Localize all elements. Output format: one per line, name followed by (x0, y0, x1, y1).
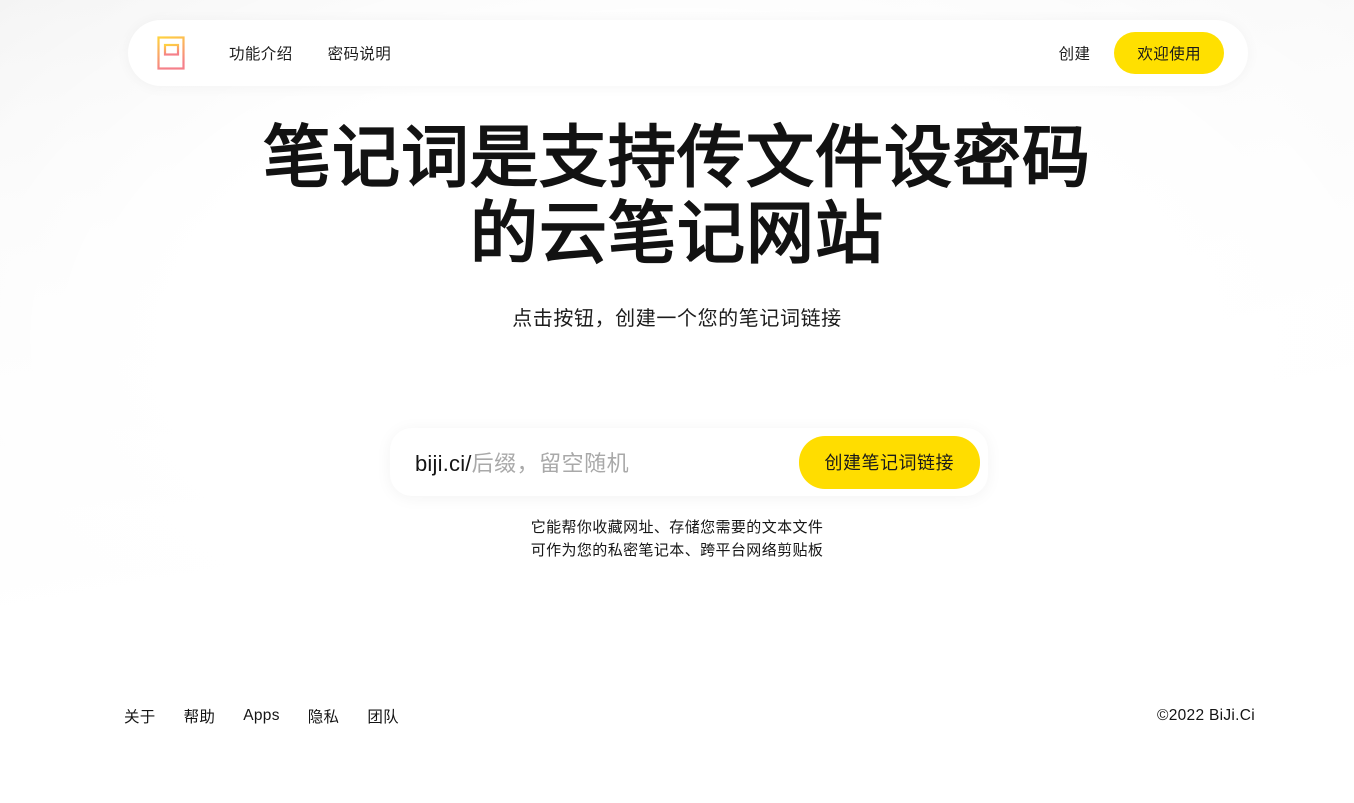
url-prefix-label: biji.ci/ (415, 451, 472, 476)
footer-link-privacy[interactable]: 隐私 (308, 705, 340, 727)
headline-line-1: 笔记词是支持传文件设密码 (262, 120, 1091, 196)
feature-description: 它能帮你收藏网址、存储您需要的文本文件 可作为您的私密笔记本、跨平台网络剪贴板 (0, 516, 1354, 562)
footer-link-about[interactable]: 关于 (124, 705, 156, 727)
create-link-button[interactable]: 创建笔记词链接 (798, 435, 980, 489)
header-actions: 创建 欢迎使用 (1059, 32, 1224, 74)
slug-input-placeholder[interactable]: 后缀，留空随机 (472, 446, 630, 478)
hero-section: 笔记词是支持传文件设密码 的云笔记网站 点击按钮，创建一个您的笔记词链接 (0, 120, 1354, 331)
description-line-2: 可作为您的私密笔记本、跨平台网络剪贴板 (530, 542, 824, 559)
primary-nav: 功能介绍 密码说明 (229, 42, 391, 64)
slug-input-wrapper[interactable]: biji.ci/ 后缀，留空随机 (415, 446, 799, 478)
description-line-1: 它能帮你收藏网址、存储您需要的文本文件 (530, 519, 824, 536)
footer-link-apps[interactable]: Apps (243, 707, 280, 725)
headline-line-2: 的云笔记网站 (469, 196, 884, 273)
hero-subtitle: 点击按钮，创建一个您的笔记词链接 (512, 308, 842, 331)
nav-link-features[interactable]: 功能介绍 (229, 42, 293, 64)
notebook-logo-icon[interactable] (153, 34, 187, 72)
nav-link-create[interactable]: 创建 (1059, 42, 1091, 64)
footer-link-help[interactable]: 帮助 (184, 705, 216, 727)
footer-links: 关于 帮助 Apps 隐私 团队 (124, 705, 399, 727)
copyright-notice: ©2022 BiJi.Ci (1156, 707, 1255, 724)
welcome-cta-button[interactable]: 欢迎使用 (1114, 32, 1224, 74)
nav-link-password-guide[interactable]: 密码说明 (328, 42, 392, 64)
page-title: 笔记词是支持传文件设密码 的云笔记网站 (0, 120, 1354, 272)
create-link-form: biji.ci/ 后缀，留空随机 创建笔记词链接 (390, 428, 988, 496)
site-footer: 关于 帮助 Apps 隐私 团队 ©2022 BiJi.Ci (124, 705, 1255, 727)
footer-link-team[interactable]: 团队 (367, 705, 399, 727)
site-header: 功能介绍 密码说明 创建 欢迎使用 (128, 20, 1248, 86)
